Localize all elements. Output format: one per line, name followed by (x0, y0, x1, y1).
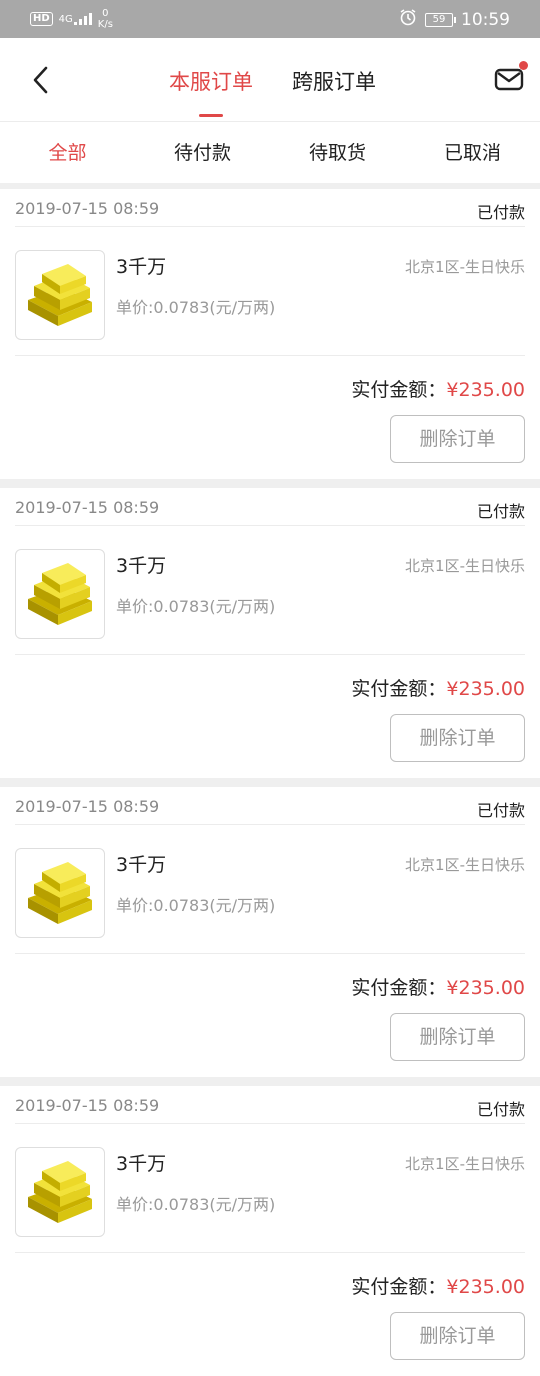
item-name: 3千万 (116, 1153, 167, 1175)
gold-bars-thumbnail (15, 250, 105, 340)
active-tab-indicator (199, 114, 223, 117)
item-unit-price: 单价:0.0783(元/万两) (116, 597, 276, 616)
filter-pending-payment[interactable]: 待付款 (135, 123, 270, 183)
total-amount: ¥235.00 (446, 678, 525, 700)
order-time: 2019-07-15 08:59 (15, 1096, 160, 1115)
gold-bars-icon (28, 264, 92, 326)
gold-bars-thumbnail (15, 848, 105, 938)
total-amount: ¥235.00 (446, 379, 525, 401)
network-speed: 0 K/s (98, 8, 113, 30)
order-separator (0, 479, 540, 488)
item-unit-price: 单价:0.0783(元/万两) (116, 896, 276, 915)
item-server: 北京1区-生日快乐 (405, 1155, 525, 1173)
delete-order-button[interactable]: 删除订单 (390, 714, 525, 762)
network-type: 4G (58, 14, 73, 25)
clock: 10:59 (461, 9, 510, 30)
total-label: 实付金额： (351, 1276, 447, 1298)
order-time: 2019-07-15 08:59 (15, 199, 160, 218)
item-unit-price: 单价:0.0783(元/万两) (116, 1195, 276, 1214)
order-status: 已付款 (476, 203, 525, 222)
total-amount: ¥235.00 (446, 1276, 525, 1298)
item-name: 3千万 (116, 854, 167, 876)
battery-icon: 59 (425, 12, 456, 27)
total-amount: ¥235.00 (446, 977, 525, 999)
divider (15, 953, 525, 954)
filter-all[interactable]: 全部 (0, 123, 135, 183)
speed-unit: K/s (97, 19, 113, 30)
gold-bars-icon (28, 1161, 92, 1223)
order-card[interactable]: 2019-07-15 08:59 已付款 3千万 北京1区-生日快乐 单价:0.… (0, 189, 540, 479)
order-card[interactable]: 2019-07-15 08:59 已付款 3千万 北京1区-生日快乐 单价:0.… (0, 787, 540, 1077)
order-separator (0, 1077, 540, 1086)
order-status: 已付款 (476, 801, 525, 820)
order-header: 2019-07-15 08:59 已付款 (15, 189, 525, 227)
nav-bar: 本服订单 跨服订单 (0, 38, 540, 122)
filter-bar: 全部 待付款 待取货 已取消 (0, 123, 540, 183)
item-unit-price: 单价:0.0783(元/万两) (116, 298, 276, 317)
order-header: 2019-07-15 08:59 已付款 (15, 488, 525, 526)
delete-order-button[interactable]: 删除订单 (390, 1013, 525, 1061)
total-row: 实付金额：¥235.00 (351, 375, 525, 402)
tab-cross-server-orders[interactable]: 跨服订单 (292, 66, 376, 96)
total-label: 实付金额： (351, 379, 447, 401)
status-bar: HD 4G 0 K/s 59 10:59 (0, 0, 540, 38)
item-name: 3千万 (116, 555, 167, 577)
gold-bars-icon (28, 862, 92, 924)
item-server: 北京1区-生日快乐 (405, 258, 525, 276)
gold-bars-icon (28, 563, 92, 625)
order-time: 2019-07-15 08:59 (15, 498, 160, 517)
total-row: 实付金额：¥235.00 (351, 973, 525, 1000)
divider (15, 355, 525, 356)
filter-cancelled[interactable]: 已取消 (405, 123, 540, 183)
total-label: 实付金额： (351, 678, 447, 700)
total-row: 实付金额：¥235.00 (351, 1272, 525, 1299)
order-card[interactable]: 2019-07-15 08:59 已付款 3千万 北京1区-生日快乐 单价:0.… (0, 1086, 540, 1376)
gold-bars-thumbnail (15, 1147, 105, 1237)
back-button[interactable] (26, 62, 56, 98)
hd-badge: HD (30, 12, 53, 26)
order-list: 2019-07-15 08:59 已付款 3千万 北京1区-生日快乐 单价:0.… (0, 189, 540, 1376)
total-label: 实付金额： (351, 977, 447, 999)
back-arrow-icon (33, 66, 48, 94)
tab-local-orders[interactable]: 本服订单 (169, 66, 253, 96)
item-server: 北京1区-生日快乐 (405, 856, 525, 874)
divider (15, 1252, 525, 1253)
total-row: 实付金额：¥235.00 (351, 674, 525, 701)
order-header: 2019-07-15 08:59 已付款 (15, 787, 525, 825)
order-card[interactable]: 2019-07-15 08:59 已付款 3千万 北京1区-生日快乐 单价:0.… (0, 488, 540, 778)
item-name: 3千万 (116, 256, 167, 278)
filter-pending-pickup[interactable]: 待取货 (270, 123, 405, 183)
item-server: 北京1区-生日快乐 (405, 557, 525, 575)
alarm-icon (399, 8, 417, 31)
order-status: 已付款 (476, 1100, 525, 1119)
signal-icon: 4G (59, 13, 92, 25)
status-left: HD 4G 0 K/s (30, 8, 113, 30)
speed-value: 0 (102, 8, 109, 19)
order-status: 已付款 (476, 502, 525, 521)
delete-order-button[interactable]: 删除订单 (390, 415, 525, 463)
divider (15, 654, 525, 655)
order-time: 2019-07-15 08:59 (15, 797, 160, 816)
gold-bars-thumbnail (15, 549, 105, 639)
status-right: 59 10:59 (399, 8, 510, 31)
order-header: 2019-07-15 08:59 已付款 (15, 1086, 525, 1124)
notification-dot (519, 61, 528, 70)
order-separator (0, 778, 540, 787)
delete-order-button[interactable]: 删除订单 (390, 1312, 525, 1360)
